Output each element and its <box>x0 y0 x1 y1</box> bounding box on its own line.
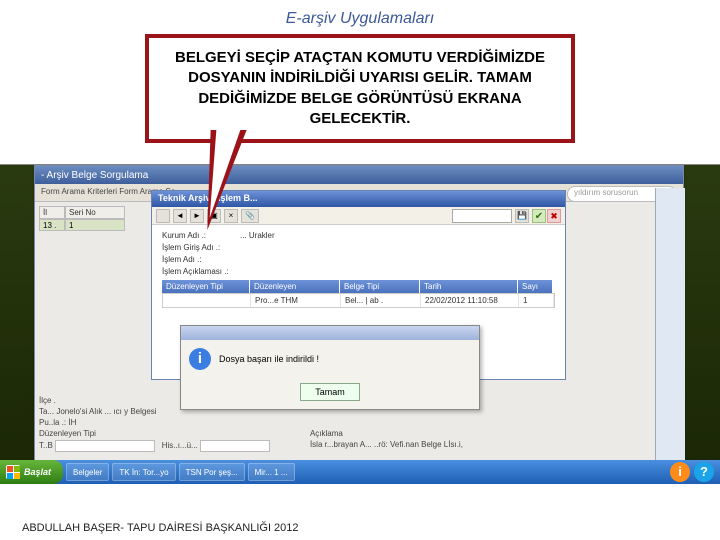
tool-btn[interactable] <box>156 209 170 223</box>
inner-table-header: Düzenleyen Tipi Düzenleyen Belge Tipi Ta… <box>162 280 555 293</box>
dialog-message: Dosya başarı ile indirildi ! <box>219 354 319 364</box>
lbl: Açıklama <box>310 429 463 438</box>
main-window: - Arşiv Belge Sorgulama yıldırım sorusor… <box>34 165 684 468</box>
info-dialog: i Dosya başarı ile indirildi ! Tamam <box>180 325 480 410</box>
val: İsla r...brayan A... ..rö: Vefi.nan Belg… <box>310 440 463 449</box>
lbl-islem: İşlem Adı .: <box>162 255 240 264</box>
start-button[interactable]: Başlat <box>0 460 63 484</box>
info-icon: i <box>189 348 211 370</box>
attach-button[interactable]: 📎 <box>241 209 259 223</box>
col-seri[interactable]: Seri No <box>65 206 125 219</box>
tray-help-icon[interactable]: ? <box>694 462 714 482</box>
desktop-area: - Arşiv Belge Sorgulama yıldırım sorusor… <box>0 164 720 484</box>
input[interactable] <box>200 440 270 452</box>
tray-info-icon[interactable]: i <box>670 462 690 482</box>
cancel-icon[interactable]: ✖ <box>547 209 561 223</box>
lbl-giris: İşlem Giriş Adı .: <box>162 243 240 252</box>
lbl-acik: İşlem Açıklaması .: <box>162 267 240 276</box>
task-item[interactable]: Belgeler <box>66 463 109 481</box>
taskbar: Başlat Belgeler TK İn: Tor...yo TSN Por … <box>0 460 720 484</box>
lbl: Düzenleyen Tipi <box>39 429 270 438</box>
main-title: - Arşiv Belge Sorgulama <box>41 170 148 181</box>
val-kurum: ... Urakler <box>240 231 275 240</box>
task-item[interactable]: TK İn: Tor...yo <box>112 463 175 481</box>
callout-line: BELGEYİ SEÇİP ATAÇTAN KOMUTU VERDİĞİMİZD… <box>163 48 557 68</box>
lbl-kurum: Kurum Adı .: <box>162 231 240 240</box>
callout-line: GELECEKTİR. <box>163 109 557 129</box>
confirm-icon[interactable]: ✔ <box>532 209 546 223</box>
toolbar-field[interactable] <box>452 209 512 223</box>
task-item[interactable]: TSN Por şeş... <box>179 463 245 481</box>
main-titlebar[interactable]: - Arşiv Belge Sorgulama <box>35 166 683 184</box>
footer-credit: ABDULLAH BAŞER- TAPU DAİRESİ BAŞKANLIĞI … <box>22 522 299 534</box>
ok-button[interactable]: Tamam <box>300 383 360 401</box>
dialog-title[interactable] <box>181 326 479 340</box>
windows-icon <box>6 465 20 479</box>
page-title: E-arşiv Uygulamaları <box>0 0 720 34</box>
table-row[interactable]: Pro...e THM Bel... | ab . 22/02/2012 11:… <box>162 293 555 308</box>
lbl: Pu..la .: İH <box>39 418 679 427</box>
input[interactable] <box>55 440 155 452</box>
callout-line: DOSYANIN İNDİRİLDİĞİ UYARISI GELİR. TAMA… <box>163 68 557 88</box>
callout-line: DEDİĞİMİZDE BELGE GÖRÜNTÜSÜ EKRANA <box>163 89 557 109</box>
instruction-callout: BELGEYİ SEÇİP ATAÇTAN KOMUTU VERDİĞİMİZD… <box>0 34 720 143</box>
save-icon[interactable]: 💾 <box>515 209 529 223</box>
task-item[interactable]: Mir... 1 ... <box>248 463 295 481</box>
tool-btn[interactable]: ◄ <box>173 209 187 223</box>
col-il[interactable]: İl <box>39 206 65 219</box>
